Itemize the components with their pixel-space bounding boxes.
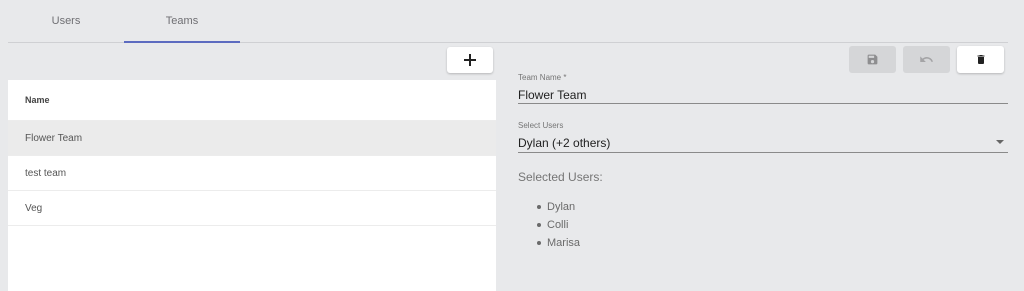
selected-users-title: Selected Users:	[518, 170, 603, 184]
table-row[interactable]: Veg	[8, 191, 496, 226]
tab-teams[interactable]: Teams	[124, 0, 240, 43]
selected-user-name: Marisa	[547, 237, 581, 249]
table-header-name: Name	[8, 80, 496, 121]
list-item: Dylan	[537, 198, 580, 216]
selected-users-list: Dylan Colli Marisa	[537, 198, 580, 252]
selected-user-name: Colli	[547, 219, 569, 231]
delete-button[interactable]	[957, 46, 1004, 73]
select-users-label: Select Users	[518, 121, 564, 130]
bullet-icon	[537, 223, 541, 227]
team-name-input[interactable]: Flower Team	[518, 88, 1008, 102]
table-row[interactable]: test team	[8, 156, 496, 191]
teams-table: Name Flower Team test team Veg	[8, 80, 496, 291]
bullet-icon	[537, 205, 541, 209]
add-team-button[interactable]	[447, 47, 493, 73]
team-name-field[interactable]: Team Name * Flower Team	[518, 73, 1008, 105]
team-name-underline	[518, 103, 1008, 104]
select-users-underline	[518, 152, 1008, 153]
trash-icon	[977, 55, 984, 64]
list-item: Marisa	[537, 234, 580, 252]
tab-bar: Users Teams	[8, 0, 1008, 43]
select-users-field[interactable]: Select Users Dylan (+2 others)	[518, 121, 1008, 154]
save-icon	[867, 54, 878, 65]
team-name-label: Team Name *	[518, 73, 567, 82]
undo-icon	[920, 56, 934, 62]
select-users-value[interactable]: Dylan (+2 others)	[518, 136, 1008, 150]
selected-user-name: Dylan	[547, 201, 576, 213]
tab-users[interactable]: Users	[8, 0, 124, 42]
plus-icon	[464, 54, 476, 66]
undo-button[interactable]	[903, 46, 950, 73]
save-button[interactable]	[849, 46, 896, 73]
bullet-icon	[537, 241, 541, 245]
table-row[interactable]: Flower Team	[8, 121, 496, 156]
list-item: Colli	[537, 216, 580, 234]
chevron-down-icon[interactable]	[996, 140, 1004, 144]
